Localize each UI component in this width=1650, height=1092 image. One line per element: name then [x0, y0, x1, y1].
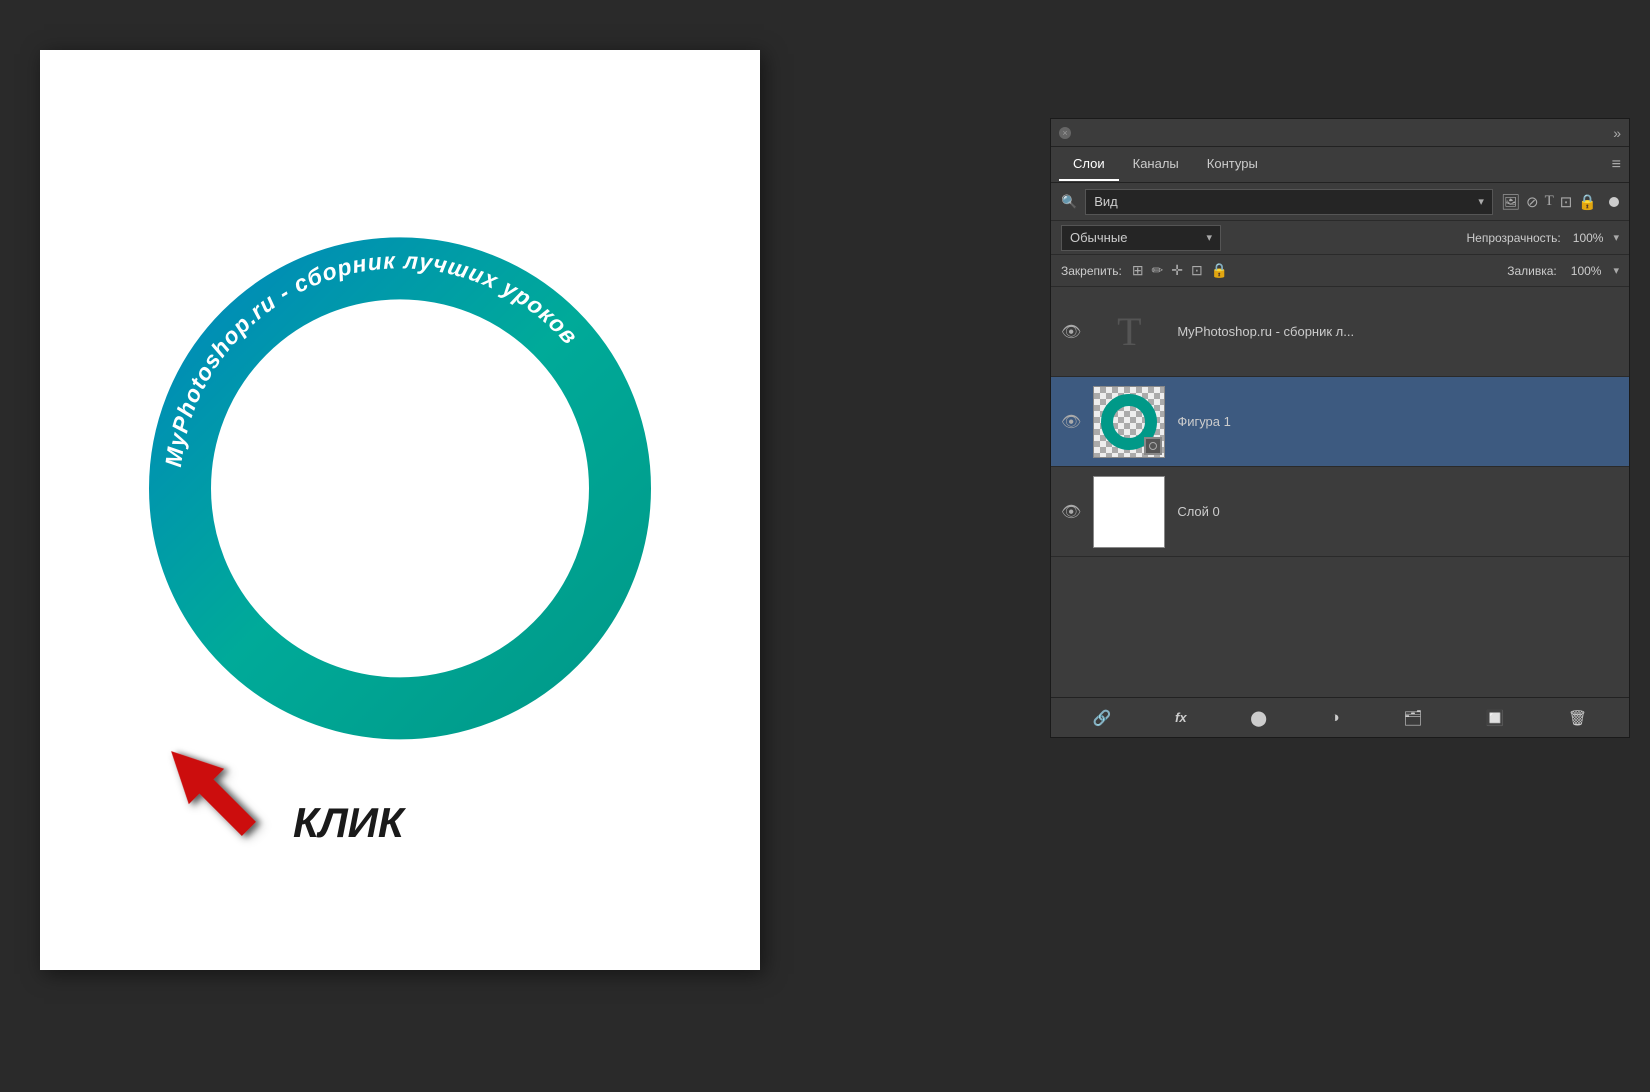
blend-chevron-icon: ▾	[1206, 231, 1212, 244]
text-layer-icon: T	[1117, 308, 1141, 355]
layer-visibility-icon[interactable]: 👁	[1061, 502, 1081, 522]
tab-paths[interactable]: Контуры	[1193, 148, 1272, 181]
tab-channels[interactable]: Каналы	[1119, 148, 1193, 181]
arrow-container: КЛИК	[145, 725, 404, 855]
layer-visibility-icon[interactable]: 👁	[1061, 322, 1081, 342]
delete-layer-button[interactable]: 🗑	[1564, 705, 1591, 731]
lock-label: Закрепить:	[1061, 264, 1122, 278]
fill-label: Заливка:	[1507, 264, 1557, 278]
opacity-label: Непрозрачность:	[1466, 231, 1560, 245]
search-icon: 🔍	[1061, 194, 1077, 210]
panel-titlebar: × »	[1051, 119, 1629, 147]
opacity-value[interactable]: 100%	[1573, 231, 1604, 245]
filter-icons: 🖼 ⊘ T ⊡ 🔒	[1501, 193, 1597, 211]
lock-icons: ⊞ ✏ ✛ ⊡ 🔒	[1132, 262, 1228, 279]
panel-tabs: Слои Каналы Контуры ≡	[1051, 147, 1629, 183]
layer-text[interactable]: 👁 T MyPhotoshop.ru - сборник л...	[1051, 287, 1629, 377]
panel-bottom-toolbar: 🔗 fx ⬤ ◑ 🗂 🔲 🗑	[1051, 697, 1629, 737]
click-label: КЛИК	[293, 799, 404, 847]
filter-lock-icon[interactable]: 🔒	[1578, 193, 1597, 211]
panel-menu-icon[interactable]: ≡	[1612, 156, 1621, 174]
lock-paint-icon[interactable]: ✏	[1152, 262, 1164, 279]
circle-container: MyPhotoshop.ru - сборник лучших уроков	[130, 218, 670, 758]
layer-shape[interactable]: 👁 Фигура 1	[1051, 377, 1629, 467]
layer-name: Фигура 1	[1177, 414, 1619, 429]
lock-all-icon[interactable]: 🔒	[1211, 262, 1228, 279]
layer-thumbnail	[1093, 476, 1165, 548]
filter-row: 🔍 Вид ▾ 🖼 ⊘ T ⊡ 🔒	[1051, 183, 1629, 221]
layer-name: MyPhotoshop.ru - сборник л...	[1177, 324, 1619, 339]
layers-list: 👁 T MyPhotoshop.ru - сборник л... 👁 Фигу…	[1051, 287, 1629, 697]
blend-mode-select[interactable]: Обычные ▾	[1061, 225, 1221, 251]
lock-artboard-icon[interactable]: ⊡	[1191, 262, 1203, 279]
red-arrow-icon	[145, 725, 275, 855]
layer-visibility-icon[interactable]: 👁	[1061, 412, 1081, 432]
fill-chevron-icon: ▾	[1613, 264, 1619, 277]
layer-thumbnail	[1093, 386, 1165, 458]
fill-value[interactable]: 100%	[1571, 264, 1602, 278]
new-group-button[interactable]: 🗂	[1399, 705, 1426, 731]
panel-collapse-button[interactable]: »	[1613, 125, 1621, 141]
mask-icon	[1149, 442, 1157, 450]
filter-active-dot	[1609, 197, 1619, 207]
link-layers-button[interactable]: 🔗	[1089, 705, 1116, 731]
filter-image-icon[interactable]: 🖼	[1501, 193, 1520, 211]
lock-pixels-icon[interactable]: ⊞	[1132, 262, 1144, 279]
filter-adjustment-icon[interactable]: ⊘	[1526, 193, 1539, 211]
add-mask-button[interactable]: ⬤	[1246, 705, 1271, 731]
filter-select[interactable]: Вид ▾	[1085, 189, 1493, 215]
filter-shape-icon[interactable]: ⊡	[1560, 193, 1573, 211]
filter-chevron-icon: ▾	[1478, 195, 1484, 208]
add-adjustment-button[interactable]: ◑	[1327, 705, 1344, 730]
layers-panel: × » Слои Каналы Контуры ≡ 🔍 Вид ▾ 🖼 ⊘ T …	[1050, 118, 1630, 738]
lock-move-icon[interactable]: ✛	[1171, 262, 1183, 279]
layer-name: Слой 0	[1177, 504, 1619, 519]
new-layer-button[interactable]: 🔲	[1482, 705, 1509, 731]
tab-layers[interactable]: Слои	[1059, 148, 1119, 181]
lock-row: Закрепить: ⊞ ✏ ✛ ⊡ 🔒 Заливка: 100% ▾	[1051, 255, 1629, 287]
filter-type-icon[interactable]: T	[1545, 193, 1554, 210]
blend-row: Обычные ▾ Непрозрачность: 100% ▾	[1051, 221, 1629, 255]
layer-background[interactable]: 👁 Слой 0	[1051, 467, 1629, 557]
opacity-chevron-icon: ▾	[1613, 231, 1619, 244]
canvas-document: MyPhotoshop.ru - сборник лучших уроков К…	[40, 50, 760, 970]
panel-close-button[interactable]: ×	[1059, 127, 1071, 139]
layer-fx-button[interactable]: fx	[1171, 706, 1191, 729]
layer-mask-badge	[1144, 437, 1162, 455]
layer-thumbnail: T	[1093, 296, 1165, 368]
